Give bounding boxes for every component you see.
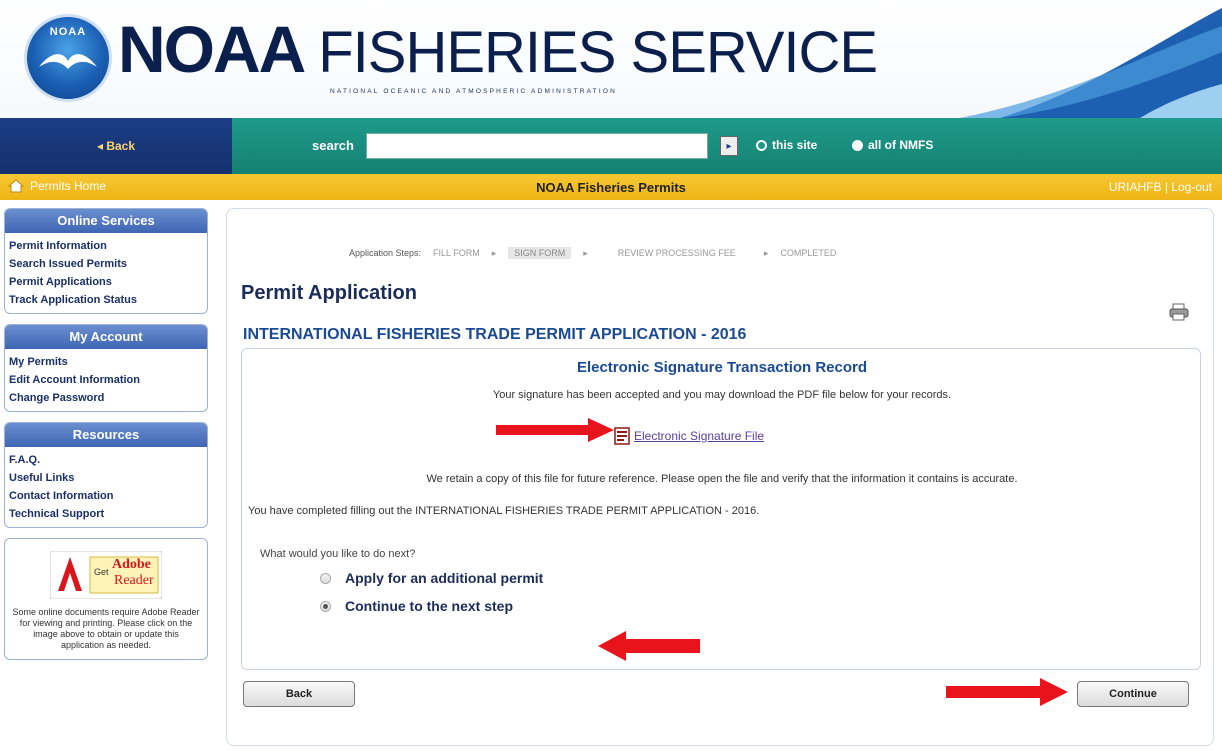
page-title: Permit Application [241, 282, 417, 304]
noaa-logo-icon[interactable]: NOAA [24, 14, 112, 102]
permits-home-link[interactable]: Permits Home [8, 179, 106, 193]
record-accepted-message: Your signature has been accepted and you… [492, 389, 952, 401]
my-account-title: My Account [5, 325, 207, 349]
red-arrow-icon [598, 631, 700, 661]
brand-title: NOAA FISHERIES SERVICE [118, 16, 878, 86]
next-step-question: What would you like to do next? [260, 548, 416, 560]
resources-panel: Resources F.A.Q. Useful Links Contact In… [4, 422, 208, 528]
print-icon[interactable] [1169, 303, 1189, 321]
permits-home-label: Permits Home [30, 179, 107, 193]
radio-all-nmfs-label: all of NMFS [868, 138, 934, 152]
radio-apply-additional-permit[interactable] [320, 572, 331, 584]
subnav-title: NOAA Fisheries Permits [536, 180, 686, 195]
record-title: Electronic Signature Transaction Record [576, 359, 868, 376]
radio-this-site-label: this site [772, 138, 818, 152]
back-button[interactable]: Back [243, 681, 355, 707]
adobe-reader-panel: Get Adobe Reader Some online documents r… [4, 538, 208, 660]
adobe-reader-badge[interactable]: Get Adobe Reader [49, 550, 163, 600]
signature-record-box: Electronic Signature Transaction Record … [241, 348, 1201, 670]
my-account-panel: My Account My Permits Edit Account Infor… [4, 324, 208, 412]
main-content-panel: Application Steps: FILL FORM ▸ SIGN FORM… [226, 208, 1214, 746]
step-sign-form: SIGN FORM [508, 247, 572, 259]
logo-text: NOAA [49, 26, 87, 38]
resources-title: Resources [5, 423, 207, 447]
sidebar-item-permit-applications[interactable]: Permit Applications [5, 273, 207, 291]
home-icon [8, 179, 24, 193]
brand-noaa: NOAA [118, 12, 304, 86]
search-label: search [312, 138, 354, 153]
sidebar-item-my-permits[interactable]: My Permits [5, 353, 207, 371]
radio-continue-next-step[interactable] [320, 600, 331, 612]
sidebar-item-useful-links[interactable]: Useful Links [5, 469, 207, 487]
sidebar-item-faq[interactable]: F.A.Q. [5, 451, 207, 469]
step-separator-icon: ▸ [491, 247, 497, 258]
header-banner: NOAA NOAA FISHERIES SERVICE NATIONAL OCE… [0, 0, 1222, 118]
search-go-button[interactable]: ▸ [720, 136, 738, 156]
option-continue-next-step[interactable]: Continue to the next step [320, 598, 513, 614]
continue-button[interactable]: Continue [1077, 681, 1189, 707]
step-fill-form: FILL FORM [433, 248, 480, 258]
reader-label: Reader [114, 573, 154, 588]
option-apply-additional-permit[interactable]: Apply for an additional permit [320, 570, 543, 586]
radio-this-site[interactable] [756, 139, 767, 151]
online-services-title: Online Services [5, 209, 207, 233]
sidebar-item-edit-account-information[interactable]: Edit Account Information [5, 371, 207, 389]
steps-label: Application Steps: [349, 248, 422, 258]
brand-fisheries-service: FISHERIES SERVICE [318, 20, 878, 85]
sidebar-item-technical-support[interactable]: Technical Support [5, 505, 207, 523]
nav-back-button[interactable]: ◂ Back [0, 118, 232, 174]
step-separator-icon: ▸ [763, 247, 769, 258]
sidebar-item-contact-information[interactable]: Contact Information [5, 487, 207, 505]
account-logout-link[interactable]: URIAHFB | Log-out [1109, 180, 1212, 194]
step-review-processing-fee: REVIEW PROCESSING FEE [617, 248, 736, 258]
electronic-signature-file-link[interactable]: Electronic Signature File [634, 429, 764, 443]
record-retain-message: We retain a copy of this file for future… [426, 473, 1018, 485]
top-navbar: ◂ Back search ▸ this site all of NMFS [0, 118, 1222, 174]
left-sidebar: Online Services Permit Information Searc… [4, 208, 208, 660]
sub-navbar: Permits Home NOAA Fisheries Permits URIA… [0, 174, 1222, 200]
radio-all-nmfs[interactable] [852, 139, 863, 151]
sidebar-item-change-password[interactable]: Change Password [5, 389, 207, 407]
signature-file-link-row: Electronic Signature File [614, 427, 764, 445]
brand-subtitle: NATIONAL OCEANIC AND ATMOSPHERIC ADMINIS… [330, 88, 617, 95]
gull-icon [39, 54, 97, 69]
step-separator-icon: ▸ [583, 247, 588, 258]
sidebar-item-track-application-status[interactable]: Track Application Status [5, 291, 207, 309]
red-arrow-icon [496, 418, 614, 442]
search-scope-this-site[interactable]: this site [756, 138, 817, 152]
search-scope-all-nmfs[interactable]: all of NMFS [852, 138, 933, 152]
option-apply-label: Apply for an additional permit [345, 570, 544, 586]
pdf-icon [614, 427, 630, 445]
sidebar-item-search-issued-permits[interactable]: Search Issued Permits [5, 255, 207, 273]
application-title: INTERNATIONAL FISHERIES TRADE PERMIT APP… [243, 326, 747, 343]
step-completed: COMPLETED [780, 248, 837, 258]
sidebar-item-permit-information[interactable]: Permit Information [5, 237, 207, 255]
online-services-panel: Online Services Permit Information Searc… [4, 208, 208, 314]
adobe-label: Adobe [112, 557, 151, 572]
search-input[interactable] [366, 133, 708, 159]
application-steps: Application Steps: FILL FORM ▸ SIGN FORM… [349, 247, 836, 259]
adobe-get-label: Get [94, 567, 109, 577]
adobe-reader-note: Some online documents require Adobe Read… [12, 607, 200, 650]
option-continue-label: Continue to the next step [345, 598, 513, 614]
record-completed-message: You have completed filling out the INTER… [248, 505, 760, 517]
red-arrow-icon [946, 678, 1068, 706]
